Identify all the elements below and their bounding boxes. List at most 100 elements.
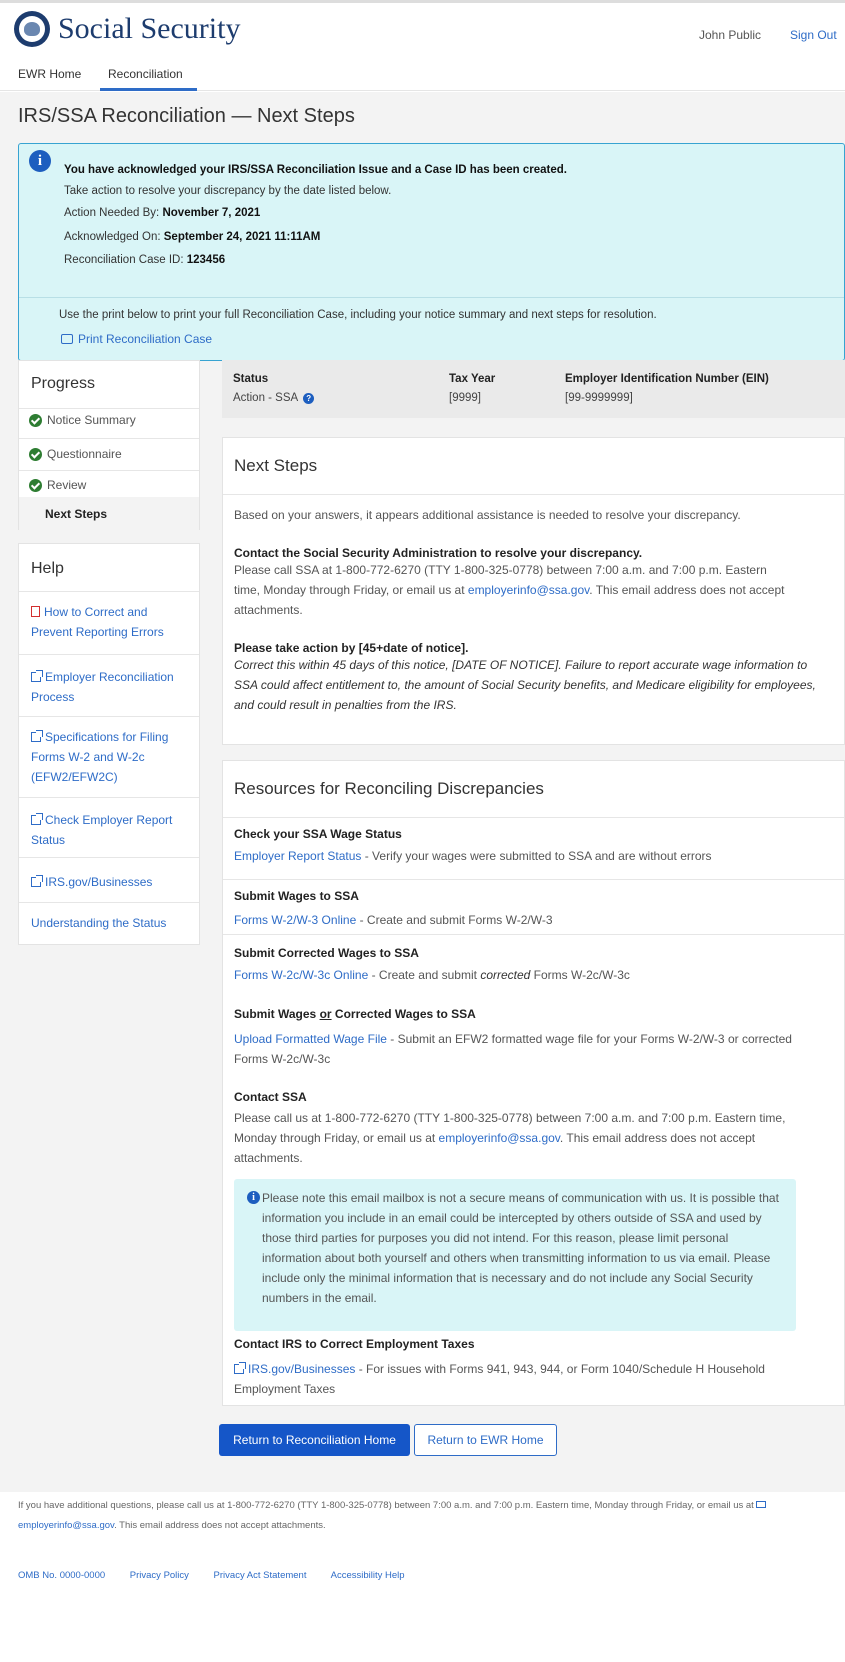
action-needed-row: Action Needed By: November 7, 2021 bbox=[64, 207, 260, 219]
alert-intro: Take action to resolve your discrepancy … bbox=[64, 185, 392, 197]
help-link-label: Specifications for Filing Forms W-2 and … bbox=[31, 730, 169, 784]
help-question-icon[interactable]: ? bbox=[303, 392, 315, 404]
privacy-policy-link[interactable]: Privacy Policy bbox=[130, 1570, 189, 1581]
submit-either-heading-part: Corrected Wages to SSA bbox=[331, 1007, 476, 1021]
next-steps-intro: Based on your answers, it appears additi… bbox=[234, 508, 741, 522]
nav-ewr-home[interactable]: EWR Home bbox=[18, 67, 81, 81]
status-label: Status bbox=[233, 373, 269, 385]
nav-reconciliation[interactable]: Reconciliation bbox=[108, 67, 183, 81]
divider bbox=[223, 934, 844, 935]
privacy-act-link[interactable]: Privacy Act Statement bbox=[214, 1570, 307, 1581]
next-steps-card: Next Steps Based on your answers, it app… bbox=[222, 437, 845, 745]
page-title: IRS/SSA Reconciliation — Next Steps bbox=[18, 105, 355, 127]
employer-report-status-link[interactable]: Employer Report Status bbox=[234, 849, 361, 863]
divider bbox=[19, 591, 199, 592]
external-link-icon bbox=[234, 1362, 246, 1374]
footer-contact-text: If you have additional questions, please… bbox=[18, 1496, 818, 1536]
divider bbox=[19, 654, 199, 655]
help-link-reconciliation-process[interactable]: Employer Reconciliation Process bbox=[31, 667, 191, 707]
case-id-label: Reconciliation Case ID: bbox=[64, 254, 184, 266]
help-title: Help bbox=[31, 560, 64, 577]
corrected-emphasis: corrected bbox=[480, 968, 531, 982]
progress-item-label: Review bbox=[47, 478, 87, 492]
status-value: Action - SSA bbox=[233, 392, 299, 404]
progress-item-next-steps: Next Steps bbox=[19, 497, 199, 531]
irs-businesses-link[interactable]: IRS.gov/Businesses bbox=[248, 1362, 355, 1376]
divider bbox=[19, 716, 199, 717]
forms-w2-online-link[interactable]: Forms W-2/W-3 Online bbox=[234, 913, 356, 927]
print-instructions: Use the print below to print your full R… bbox=[59, 309, 657, 321]
progress-panel: Progress Notice Summary Questionnaire Re… bbox=[18, 360, 200, 531]
divider bbox=[223, 494, 844, 495]
contact-ssa-heading: Contact the Social Security Administrati… bbox=[234, 546, 643, 560]
tax-year-value: [9999] bbox=[449, 392, 481, 404]
print-case-link[interactable]: Print Reconciliation Case bbox=[61, 332, 212, 346]
footer-links: OMB No. 0000-0000 Privacy Policy Privacy… bbox=[18, 1570, 427, 1581]
external-link-icon bbox=[31, 875, 43, 887]
submit-corrected-heading: Submit Corrected Wages to SSA bbox=[234, 946, 419, 960]
contact-ssa-resource-heading: Contact SSA bbox=[234, 1090, 307, 1104]
check-circle-icon bbox=[29, 413, 42, 427]
email-link[interactable]: employerinfo@ssa.gov bbox=[468, 583, 589, 597]
progress-title: Progress bbox=[31, 375, 96, 392]
help-panel: Help How to Correct and Prevent Reportin… bbox=[18, 543, 200, 945]
contact-ssa-resource-text: Please call us at 1-800-772-6270 (TTY 1-… bbox=[234, 1108, 799, 1168]
upload-wage-file-link[interactable]: Upload Formatted Wage File bbox=[234, 1032, 387, 1046]
nav-active-indicator bbox=[100, 88, 197, 91]
external-link-icon bbox=[31, 670, 43, 682]
progress-item-review[interactable]: Review bbox=[29, 478, 86, 492]
help-link-understanding-status[interactable]: Understanding the Status bbox=[31, 913, 191, 933]
help-link-label: Employer Reconciliation Process bbox=[31, 670, 174, 704]
help-link-specifications[interactable]: Specifications for Filing Forms W-2 and … bbox=[31, 727, 191, 787]
submit-corrected-text: Forms W-2c/W-3c Online - Create and subm… bbox=[234, 965, 794, 985]
submit-either-text: Upload Formatted Wage File - Submit an E… bbox=[234, 1029, 794, 1069]
submit-wages-desc: - Create and submit Forms W-2/W-3 bbox=[356, 913, 553, 927]
case-id-value: 123456 bbox=[186, 254, 226, 266]
submit-wages-heading: Submit Wages to SSA bbox=[234, 889, 359, 903]
divider bbox=[223, 879, 844, 880]
footer-text-part: If you have additional questions, please… bbox=[18, 1500, 757, 1511]
resources-card: Resources for Reconciling Discrepancies … bbox=[222, 760, 845, 1406]
return-ewr-home-button[interactable]: Return to EWR Home bbox=[414, 1424, 557, 1456]
footer-email-link[interactable]: employerinfo@ssa.gov bbox=[18, 1520, 114, 1531]
alert-title: You have acknowledged your IRS/SSA Recon… bbox=[64, 164, 567, 176]
omb-number: OMB No. 0000-0000 bbox=[18, 1570, 106, 1581]
action-needed-value: November 7, 2021 bbox=[162, 207, 261, 219]
progress-item-notice-summary[interactable]: Notice Summary bbox=[29, 413, 136, 427]
ssa-logo[interactable]: Social Security bbox=[14, 11, 240, 47]
help-link-correct-errors[interactable]: How to Correct and Prevent Reporting Err… bbox=[31, 602, 191, 642]
help-link-check-report-status[interactable]: Check Employer Report Status bbox=[31, 810, 191, 850]
submit-corrected-desc: Forms W-2c/W-3c bbox=[530, 968, 630, 982]
email-link[interactable]: employerinfo@ssa.gov bbox=[439, 1131, 560, 1145]
email-security-note: i Please note this email mailbox is not … bbox=[234, 1179, 796, 1331]
take-action-text: Correct this within 45 days of this noti… bbox=[234, 658, 816, 712]
help-link-label: How to Correct and Prevent Reporting Err… bbox=[31, 605, 164, 639]
contact-irs-heading: Contact IRS to Correct Employment Taxes bbox=[234, 1337, 475, 1351]
divider bbox=[19, 408, 199, 409]
help-link-label: Check Employer Report Status bbox=[31, 813, 173, 847]
ein-value: [99-9999999] bbox=[565, 392, 633, 404]
divider bbox=[19, 857, 199, 858]
help-link-label: IRS.gov/Businesses bbox=[45, 875, 153, 889]
divider bbox=[19, 797, 199, 798]
progress-item-questionnaire[interactable]: Questionnaire bbox=[29, 447, 122, 461]
acknowledged-value: September 24, 2021 11:11AM bbox=[163, 231, 321, 243]
return-reconciliation-home-button[interactable]: Return to Reconciliation Home bbox=[219, 1424, 410, 1456]
accessibility-help-link[interactable]: Accessibility Help bbox=[331, 1570, 405, 1581]
submit-corrected-desc: - Create and submit bbox=[368, 968, 481, 982]
ssa-seal-icon bbox=[14, 11, 50, 47]
divider bbox=[223, 817, 844, 818]
progress-item-label: Notice Summary bbox=[47, 413, 136, 427]
divider bbox=[19, 438, 199, 439]
submit-either-heading-part: Submit Wages bbox=[234, 1007, 320, 1021]
acknowledged-label: Acknowledged On: bbox=[64, 231, 161, 243]
action-needed-label: Action Needed By: bbox=[64, 207, 160, 219]
sign-out-link[interactable]: Sign Out bbox=[790, 28, 837, 42]
info-icon: i bbox=[247, 1191, 260, 1204]
forms-w2c-online-link[interactable]: Forms W-2c/W-3c Online bbox=[234, 968, 368, 982]
print-case-label: Print Reconciliation Case bbox=[78, 332, 213, 346]
external-link-icon bbox=[31, 730, 43, 742]
help-link-irs-businesses[interactable]: IRS.gov/Businesses bbox=[31, 872, 191, 892]
take-action-heading: Please take action by [45+date of notice… bbox=[234, 641, 469, 655]
user-name: John Public bbox=[699, 28, 762, 42]
